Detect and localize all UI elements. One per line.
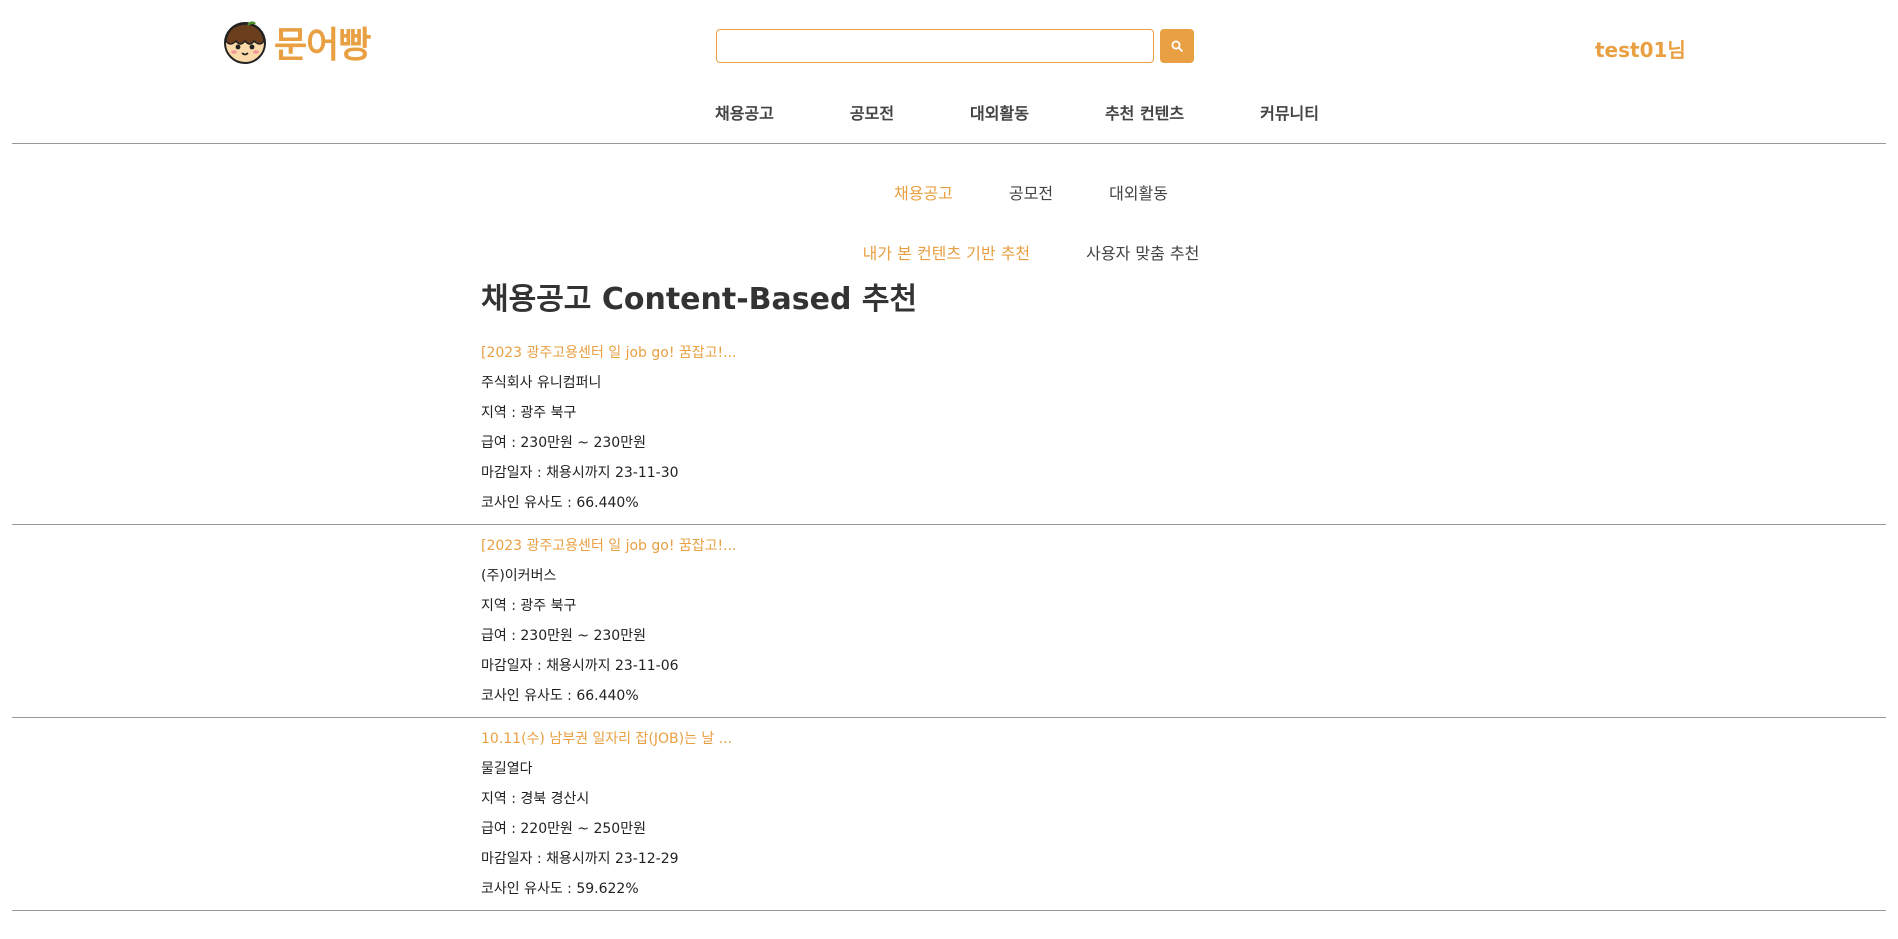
job-deadline: 마감일자 : 채용시까지 23-11-06 (481, 658, 679, 674)
job-deadline: 마감일자 : 채용시까지 23-11-30 (481, 465, 679, 481)
main-nav: 채용공고 공모전 대외활동 추천 컨텐츠 커뮤니티 (12, 80, 1886, 144)
tab-jobs[interactable]: 채용공고 (894, 180, 953, 203)
category-tabs: 채용공고 공모전 대외활동 (0, 180, 1898, 203)
job-salary: 급여 : 230만원 ~ 230만원 (481, 435, 646, 451)
job-list: [2023 광주고용센터 일 job go! 꿈잡고!... 주식회사 유니컴퍼… (0, 332, 1898, 911)
job-company: 주식회사 유니컴퍼니 (481, 375, 602, 391)
octopus-bread-icon (224, 21, 266, 64)
job-company: 물길열다 (481, 761, 533, 777)
tab-content-based[interactable]: 내가 본 컨텐츠 기반 추천 (863, 240, 1031, 263)
job-title-link[interactable]: 10.11(수) 남부권 일자리 잡(JOB)는 날 ... (481, 724, 732, 754)
job-salary: 급여 : 230만원 ~ 230만원 (481, 628, 646, 644)
job-deadline: 마감일자 : 채용시까지 23-12-29 (481, 851, 679, 867)
recommendation-type-tabs: 내가 본 컨텐츠 기반 추천 사용자 맞춤 추천 (0, 240, 1898, 263)
user-greeting[interactable]: test01님 (1595, 34, 1686, 63)
nav-item-recommended[interactable]: 추천 컨텐츠 (1105, 100, 1184, 124)
list-item: [2023 광주고용센터 일 job go! 꿈잡고!... (주)이커버스 지… (12, 525, 1886, 718)
tab-activities[interactable]: 대외활동 (1109, 180, 1168, 203)
job-title-link[interactable]: [2023 광주고용센터 일 job go! 꿈잡고!... (481, 338, 737, 368)
nav-item-contests[interactable]: 공모전 (850, 100, 894, 124)
page-title: 채용공고 Content-Based 추천 (481, 282, 918, 317)
nav-item-activities[interactable]: 대외활동 (970, 100, 1029, 124)
tab-contests[interactable]: 공모전 (1009, 180, 1053, 203)
search-bar (716, 29, 1194, 63)
search-icon (1171, 40, 1183, 52)
job-similarity: 코사인 유사도 : 66.440% (481, 688, 639, 704)
job-title-link[interactable]: [2023 광주고용센터 일 job go! 꿈잡고!... (481, 531, 737, 561)
nav-item-community[interactable]: 커뮤니티 (1260, 100, 1319, 124)
list-item: [2023 광주고용센터 일 job go! 꿈잡고!... 주식회사 유니컴퍼… (12, 332, 1886, 525)
job-region: 지역 : 광주 북구 (481, 598, 577, 614)
nav-item-jobs[interactable]: 채용공고 (715, 100, 774, 124)
job-region: 지역 : 경북 경산시 (481, 791, 590, 807)
logo-text: 문어빵 (274, 25, 371, 66)
job-similarity: 코사인 유사도 : 66.440% (481, 495, 639, 511)
tab-user-based[interactable]: 사용자 맞춤 추천 (1086, 240, 1199, 263)
site-logo[interactable]: 문어빵 (222, 16, 371, 68)
job-salary: 급여 : 220만원 ~ 250만원 (481, 821, 646, 837)
list-item: 10.11(수) 남부권 일자리 잡(JOB)는 날 ... 물길열다 지역 :… (12, 718, 1886, 911)
job-company: (주)이커버스 (481, 568, 557, 584)
job-region: 지역 : 광주 북구 (481, 405, 577, 421)
job-similarity: 코사인 유사도 : 59.622% (481, 881, 639, 897)
search-input[interactable] (716, 29, 1154, 63)
search-button[interactable] (1160, 29, 1194, 63)
site-header: 문어빵 test01님 (0, 0, 1898, 80)
